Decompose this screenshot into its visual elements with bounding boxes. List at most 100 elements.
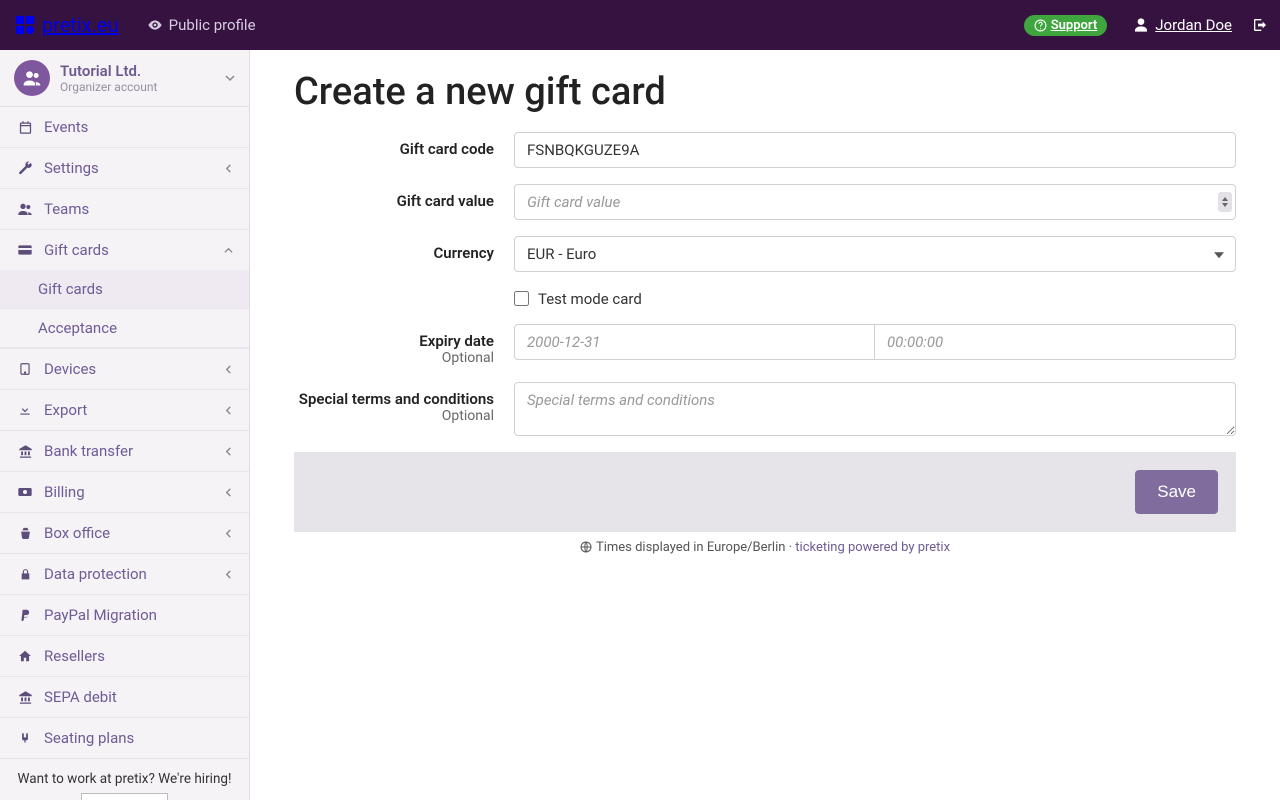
currency-select[interactable]: EUR - Euro [514, 236, 1236, 272]
gift-card-value-input[interactable] [514, 184, 1236, 220]
user-name: Jordan Doe [1155, 16, 1232, 34]
chevron-left-icon [224, 159, 233, 177]
user-icon [1133, 17, 1149, 33]
users-icon [16, 201, 34, 217]
sidebar-item-devices[interactable]: Devices [0, 349, 249, 389]
wrench-icon [16, 161, 34, 176]
sidebar-item-events[interactable]: Events [0, 107, 249, 147]
expiry-time-input[interactable] [875, 324, 1236, 360]
seat-icon [16, 731, 34, 745]
sidebar-item-paypal-migration[interactable]: PayPal Migration [0, 595, 249, 635]
sidebar-item-sepa-debit[interactable]: SEPA debit [0, 677, 249, 717]
sidebar-item-export[interactable]: Export [0, 390, 249, 430]
chevron-down-icon [1222, 203, 1228, 207]
sidebar-label: Settings [44, 159, 224, 177]
caret-down-icon [225, 69, 235, 87]
sidebar-item-billing[interactable]: Billing [0, 472, 249, 512]
support-button[interactable]: Support [1024, 15, 1108, 36]
chevron-left-icon [224, 401, 233, 419]
organizer-subtitle: Organizer account [60, 80, 225, 94]
support-label: Support [1051, 18, 1098, 33]
sidebar-label: Box office [44, 524, 224, 542]
sidebar-label: Acceptance [38, 319, 117, 337]
label-expiry: Expiry date [419, 332, 494, 350]
sidebar-nav: Events Settings Teams Gift cards Gift ca… [0, 107, 249, 759]
sidebar-subitem-acceptance[interactable]: Acceptance [0, 309, 249, 348]
hiring-banner: Want to work at pretix? We're hiring! Le… [0, 759, 249, 800]
sign-out-icon [1252, 17, 1268, 33]
sidebar-label: PayPal Migration [44, 606, 233, 624]
sidebar-item-bank-transfer[interactable]: Bank transfer [0, 431, 249, 471]
sidebar-label: Gift cards [44, 241, 224, 259]
public-profile-link[interactable]: Public profile [147, 16, 256, 34]
label-optional: Optional [294, 408, 494, 424]
logout-link[interactable] [1252, 17, 1268, 33]
chevron-up-icon [1222, 197, 1228, 201]
calendar-icon [16, 120, 34, 135]
sidebar-label: Events [44, 118, 233, 136]
credit-card-icon [16, 242, 34, 258]
bank-icon [16, 444, 34, 459]
sidebar-item-gift-cards[interactable]: Gift cards [0, 230, 249, 270]
hiring-text: Want to work at pretix? We're hiring! [10, 771, 239, 787]
brand-link[interactable]: pretix.eu [14, 13, 119, 37]
chevron-left-icon [224, 483, 233, 501]
test-mode-checkbox[interactable] [514, 291, 529, 306]
footer-powered-link[interactable]: ticketing powered by pretix [795, 540, 950, 555]
topbar: pretix.eu Public profile Support Jordan … [0, 0, 1280, 50]
test-mode-label: Test mode card [538, 290, 642, 308]
home-icon [16, 649, 34, 663]
expiry-date-input[interactable] [514, 324, 875, 360]
public-profile-label: Public profile [169, 16, 256, 34]
sidebar-label: Teams [44, 200, 233, 218]
sidebar-item-teams[interactable]: Teams [0, 189, 249, 229]
label-optional: Optional [294, 350, 494, 366]
pretix-logo-icon [14, 14, 36, 36]
sidebar-label: Data protection [44, 565, 224, 583]
organizer-name: Tutorial Ltd. [60, 62, 225, 80]
chevron-left-icon [224, 442, 233, 460]
footer-sep: · [785, 540, 795, 555]
sidebar-label: Billing [44, 483, 224, 501]
test-mode-row[interactable]: Test mode card [514, 288, 642, 308]
sidebar-item-data-protection[interactable]: Data protection [0, 554, 249, 594]
sidebar-label: Export [44, 401, 224, 419]
brand-text: pretix.eu [42, 13, 119, 37]
save-bar: Save [294, 452, 1236, 532]
sidebar-label: Bank transfer [44, 442, 224, 460]
download-icon [16, 403, 34, 417]
hiring-learn-more-button[interactable]: Learn more [81, 793, 167, 800]
organizer-avatar-icon [14, 60, 50, 96]
sidebar-item-seating-plans[interactable]: Seating plans [0, 718, 249, 758]
sidebar-item-settings[interactable]: Settings [0, 148, 249, 188]
gift-card-code-input[interactable] [514, 132, 1236, 168]
footer-tz: Times displayed in Europe/Berlin [596, 540, 785, 555]
sidebar-label: Resellers [44, 647, 233, 665]
label-code: Gift card code [294, 132, 514, 158]
bank-icon [16, 690, 34, 705]
question-circle-icon [1034, 19, 1047, 32]
chevron-down-icon [224, 241, 233, 259]
terms-textarea[interactable] [514, 382, 1236, 436]
paypal-icon [16, 608, 34, 622]
sidebar-label: SEPA debit [44, 688, 233, 706]
value-stepper[interactable] [1218, 192, 1232, 212]
chevron-left-icon [224, 565, 233, 583]
tablet-icon [16, 362, 34, 376]
sidebar-label: Seating plans [44, 729, 233, 747]
money-icon [16, 484, 34, 500]
sidebar: Tutorial Ltd. Organizer account Events S… [0, 50, 250, 800]
main-content: Create a new gift card Gift card code Gi… [250, 50, 1280, 800]
sidebar-subitem-gift-cards[interactable]: Gift cards [0, 270, 249, 309]
sidebar-label: Gift cards [38, 280, 103, 298]
sidebar-item-resellers[interactable]: Resellers [0, 636, 249, 676]
sidebar-item-box-office[interactable]: Box office [0, 513, 249, 553]
label-value: Gift card value [294, 184, 514, 210]
save-button[interactable]: Save [1135, 470, 1218, 514]
basket-icon [16, 526, 34, 541]
sidebar-label: Devices [44, 360, 224, 378]
chevron-left-icon [224, 360, 233, 378]
user-menu[interactable]: Jordan Doe [1133, 16, 1232, 34]
chevron-left-icon [224, 524, 233, 542]
organizer-switcher[interactable]: Tutorial Ltd. Organizer account [0, 50, 249, 107]
